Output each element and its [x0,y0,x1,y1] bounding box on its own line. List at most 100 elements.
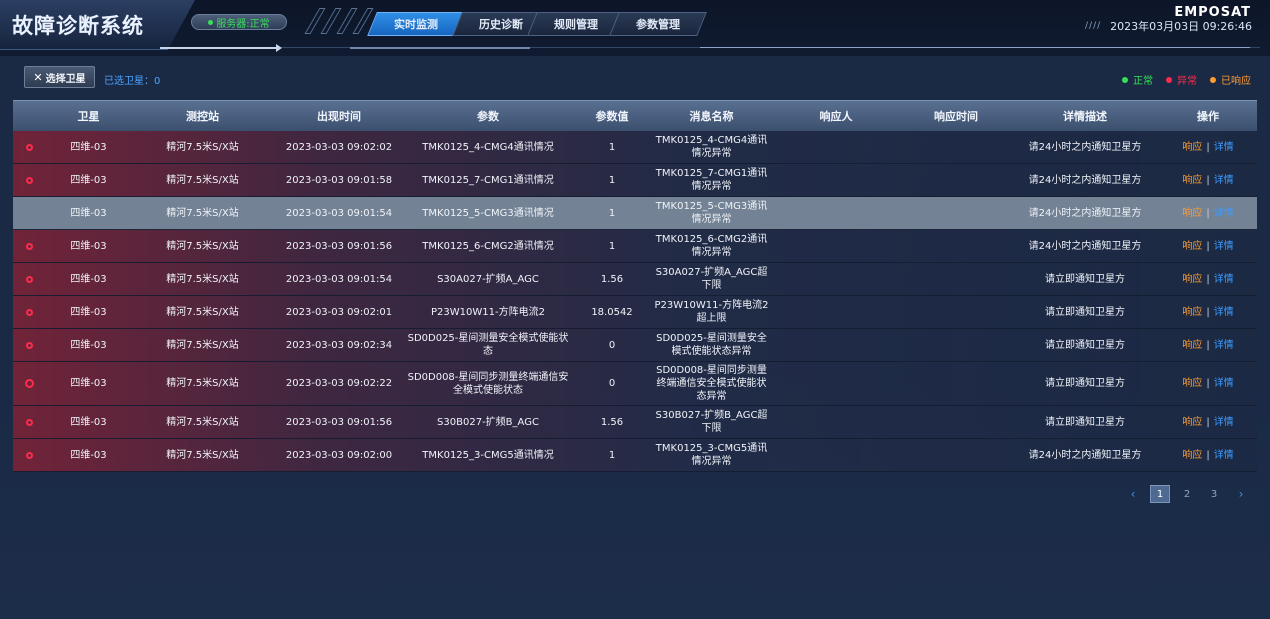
table-row[interactable]: 四维-03 精河7.5米S/X站 2023-03-03 09:02:22 SD0D00… [13,362,1257,406]
col-detail: 详情描述 [1063,109,1107,123]
param-cell: TMK0125_5-CMG3通讯情况 [422,207,554,219]
orange-dot-icon [1210,76,1216,83]
response-time-cell [901,406,1011,438]
message-cell: S30B027-扩频B_AGC超下限 [655,410,768,434]
detail-cell: 请立即通知卫星方 [1045,306,1125,318]
red-dot-icon [1166,76,1172,83]
table-row[interactable]: 四维-03 精河7.5米S/X站 2023-03-03 09:02:02 TMK012… [13,131,1257,164]
table-row[interactable]: 四维-03 精河7.5米S/X站 2023-03-03 09:01:58 TMK012… [13,164,1257,197]
detail-link[interactable]: 详情 [1214,273,1234,286]
ops-separator: | [1206,306,1210,318]
abnormal-status-icon [26,418,33,426]
station-cell: 精河7.5米S/X站 [166,378,239,389]
table-row[interactable]: 四维-03 精河7.5米S/X站 2023-03-03 09:02:00 TMK012… [13,439,1257,472]
satellite-cell: 四维-03 [70,378,107,389]
col-operations: 操作 [1197,109,1219,123]
legend-label: 已响应 [1221,76,1251,87]
decorative-mini-slashes: //// [1085,21,1102,31]
station-cell: 精河7.5米S/X站 [166,273,239,285]
detail-cell: 请24小时之内通知卫星方 [1028,207,1142,219]
next-page-button[interactable]: › [1231,485,1251,503]
detail-cell: 请立即通知卫星方 [1045,378,1125,389]
legend-label: 正常 [1133,76,1153,87]
legend-item-responded: 已响应 [1210,72,1251,87]
message-cell: TMK0125_6-CMG2通讯情况异常 [655,234,768,258]
param-cell: TMK0125_4-CMG4通讯情况 [422,141,554,153]
detail-link[interactable]: 详情 [1214,416,1234,429]
page-button-3[interactable]: 3 [1204,485,1224,503]
select-satellite-button[interactable]: ✕ 选择卫星 [24,66,95,88]
satellite-cell: 四维-03 [70,240,107,252]
tab-param-management[interactable]: 参数管理 [609,12,707,36]
detail-cell: 请24小时之内通知卫星方 [1028,174,1142,186]
page-button-1[interactable]: 1 [1150,485,1170,503]
detail-link[interactable]: 详情 [1214,141,1234,154]
responder-cell [771,164,901,196]
satellite-cell: 四维-03 [70,449,107,461]
legend-item-normal: 正常 [1122,72,1153,87]
ops-separator: | [1206,141,1210,153]
detail-cell: 请24小时之内通知卫星方 [1028,141,1142,153]
table-row[interactable]: 四维-03 精河7.5米S/X站 2023-03-03 09:01:54 S30A02… [13,263,1257,296]
satellite-cell: 四维-03 [70,207,107,219]
respond-link[interactable]: 响应 [1182,141,1202,154]
prev-page-button[interactable]: ‹ [1123,485,1143,503]
table-row[interactable]: 四维-03 精河7.5米S/X站 2023-03-03 09:01:56 S30B02… [13,406,1257,439]
detail-link[interactable]: 详情 [1214,240,1234,253]
message-cell: SD0D008-星间同步测量终端通信安全模式使能状态异常 [656,365,767,402]
respond-link[interactable]: 响应 [1182,207,1202,220]
selected-satellite-count: 已选卫星：0 [104,76,161,87]
ops-separator: | [1206,449,1210,461]
detail-cell: 请立即通知卫星方 [1045,416,1125,428]
page-button-2[interactable]: 2 [1177,485,1197,503]
detail-link[interactable]: 详情 [1214,174,1234,187]
app-title: 故障诊断系统 [12,14,144,38]
respond-link[interactable]: 响应 [1182,273,1202,286]
message-cell: TMK0125_7-CMG1通讯情况异常 [655,168,768,192]
response-time-cell [901,131,1011,163]
detail-link[interactable]: 详情 [1214,377,1234,390]
respond-link[interactable]: 响应 [1182,306,1202,319]
detail-cell: 请24小时之内通知卫星方 [1028,449,1142,461]
table-row[interactable]: 四维-03 精河7.5米S/X站 2023-03-03 09:01:56 TMK012… [13,230,1257,263]
response-time-cell [901,329,1011,361]
ops-separator: | [1206,273,1210,285]
col-time: 出现时间 [317,109,361,123]
legend-label: 异常 [1177,76,1197,87]
detail-link[interactable]: 详情 [1214,306,1234,319]
table-row[interactable]: 四维-03 精河7.5米S/X站 2023-03-03 09:02:34 SD0D02… [13,329,1257,362]
col-station: 测控站 [186,109,219,123]
station-cell: 精河7.5米S/X站 [166,339,239,351]
respond-link[interactable]: 响应 [1182,240,1202,253]
satellite-cell: 四维-03 [70,273,107,285]
status-cell [13,406,46,438]
time-cell: 2023-03-03 09:02:01 [285,306,393,318]
response-time-cell [901,230,1011,262]
param-cell: SD0D008-星间同步测量终端通信安全模式使能状态 [407,371,569,396]
respond-link[interactable]: 响应 [1182,174,1202,187]
abnormal-status-icon [25,379,34,388]
col-value: 参数值 [595,109,629,123]
table-row[interactable]: 四维-03 精河7.5米S/X站 2023-03-03 09:02:01 P23W10… [13,296,1257,329]
detail-link[interactable]: 详情 [1214,207,1234,220]
abnormal-status-icon [26,143,33,151]
response-time-cell [901,164,1011,196]
respond-link[interactable]: 响应 [1182,449,1202,462]
respond-link[interactable]: 响应 [1182,416,1202,429]
respond-link[interactable]: 响应 [1182,377,1202,390]
status-cell [13,329,46,361]
detail-link[interactable]: 详情 [1214,449,1234,462]
responder-cell [771,362,901,405]
ops-separator: | [1206,240,1210,252]
value-cell: 1 [608,240,616,252]
responder-cell [771,406,901,438]
operations-cell: 响应 | 详情 [1159,164,1257,196]
table-row[interactable]: 四维-03 精河7.5米S/X站 2023-03-03 09:01:54 TMK012… [13,197,1257,230]
detail-link[interactable]: 详情 [1214,339,1234,352]
message-cell: TMK0125_3-CMG5通讯情况异常 [655,443,768,467]
tab-label: 参数管理 [636,18,680,31]
respond-link[interactable]: 响应 [1182,339,1202,352]
time-cell: 2023-03-03 09:01:56 [285,240,393,252]
message-cell: P23W10W11-方阵电流2超上限 [654,300,769,324]
tab-realtime-monitoring[interactable]: 实时监测 [367,12,465,36]
